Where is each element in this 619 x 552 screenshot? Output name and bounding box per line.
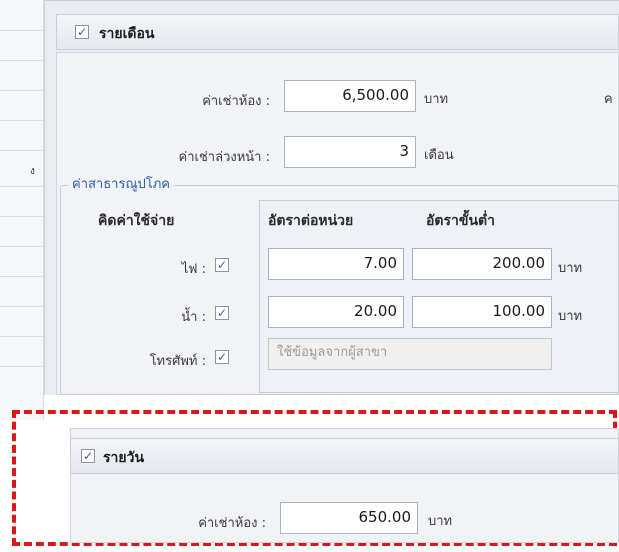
monthly-title: รายเดือน <box>99 26 155 42</box>
telephone-source-field: ใช้ข้อมูลจากผู้สาขา <box>268 338 552 370</box>
advance-rent-unit: เดือน <box>424 148 454 163</box>
table-row <box>0 120 44 121</box>
table-row <box>0 276 44 277</box>
electricity-checkbox[interactable]: ✓ <box>215 258 229 272</box>
table-row <box>0 186 44 187</box>
water-label: น้ำ : <box>181 310 206 325</box>
daily-section-header: ✓ รายวัน <box>70 438 619 474</box>
telephone-label: โทรศัพท์ : <box>149 354 206 369</box>
daily-room-rent-unit: บาท <box>428 514 453 529</box>
electricity-unit: บาท <box>558 261 583 276</box>
table-row <box>0 246 44 247</box>
water-checkbox[interactable]: ✓ <box>215 306 229 320</box>
table-row <box>0 90 44 91</box>
table-row <box>0 336 44 337</box>
table-row <box>0 60 44 61</box>
advance-rent-input[interactable]: 3 <box>284 136 416 168</box>
daily-room-rent-input[interactable]: 650.00 <box>280 502 418 534</box>
water-unit: บาท <box>558 309 583 324</box>
water-min-input[interactable]: 100.00 <box>412 296 552 328</box>
room-rent-label: ค่าเช่าห้อง : <box>202 94 270 109</box>
electricity-rate-input[interactable]: 7.00 <box>268 248 404 280</box>
water-rate-input[interactable]: 20.00 <box>268 296 404 328</box>
electricity-label: ไฟ : <box>181 262 206 277</box>
table-row <box>0 306 44 307</box>
monthly-checkbox[interactable]: ✓ <box>75 25 89 39</box>
table-row <box>0 30 44 31</box>
background-table: ง <box>0 0 44 420</box>
table-row <box>0 366 44 367</box>
col-charge-header: คิดค่าใช้จ่าย <box>98 213 175 229</box>
col-min-header: อัตราขั้นต่ำ <box>426 213 495 229</box>
table-header-cell: ง <box>30 166 35 177</box>
col-rate-header: อัตราต่อหน่วย <box>268 213 354 229</box>
electricity-min-input[interactable]: 200.00 <box>412 248 552 280</box>
advance-rent-label: ค่าเช่าล่วงหน้า : <box>178 150 270 165</box>
daily-checkbox[interactable]: ✓ <box>81 449 95 463</box>
monthly-section-header: ✓ รายเดือน <box>56 14 619 50</box>
cut-off-label: ค <box>604 92 613 107</box>
daily-room-rent-label: ค่าเช่าห้อง : <box>198 516 266 531</box>
utilities-legend: ค่าสาธารณูปโภค <box>68 173 175 194</box>
table-row <box>0 216 44 217</box>
room-rent-input[interactable]: 6,500.00 <box>284 80 416 112</box>
table-row <box>0 150 44 151</box>
daily-title: รายวัน <box>103 450 145 466</box>
room-rent-unit: บาท <box>424 92 449 107</box>
telephone-checkbox[interactable]: ✓ <box>215 350 229 364</box>
